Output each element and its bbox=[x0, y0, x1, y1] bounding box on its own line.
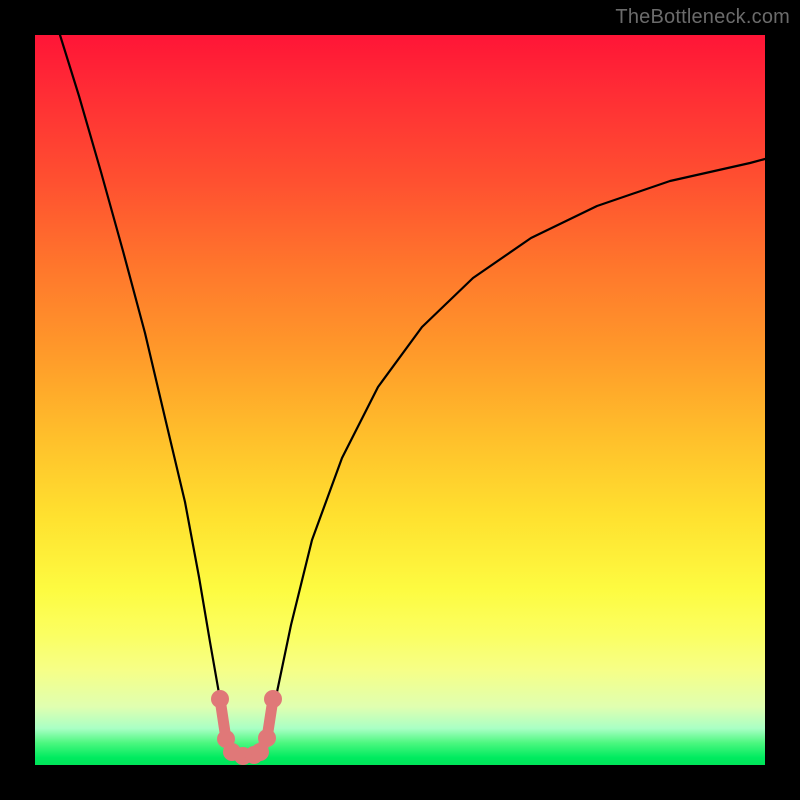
chart-frame: TheBottleneck.com bbox=[0, 0, 800, 800]
watermark-text: TheBottleneck.com bbox=[615, 6, 790, 29]
bottleneck-curve bbox=[60, 35, 765, 756]
curve-layer bbox=[35, 35, 765, 765]
plot-area bbox=[35, 35, 765, 765]
